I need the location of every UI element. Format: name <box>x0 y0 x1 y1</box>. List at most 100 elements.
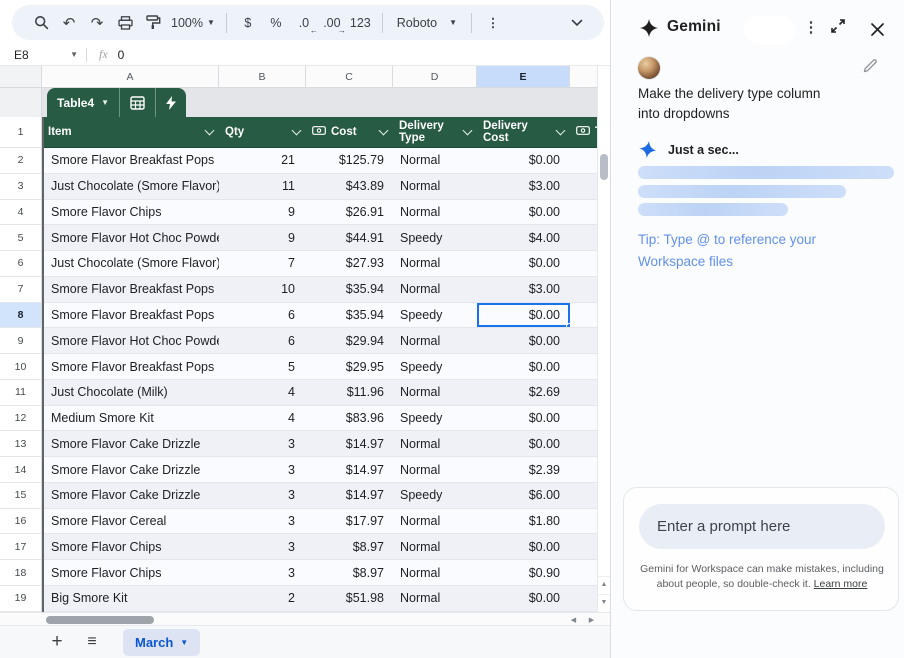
cell-cost[interactable]: $14.97 <box>306 483 393 509</box>
cell-delivery-type[interactable]: Speedy <box>393 406 477 432</box>
sheet-tab-caret-icon[interactable]: ▼ <box>180 638 188 647</box>
cell-delivery-cost[interactable]: $1.80 <box>477 509 570 535</box>
prompt-input[interactable]: Enter a prompt here <box>639 504 885 549</box>
header-delivery-type[interactable]: Delivery Type <box>393 117 477 147</box>
row-header[interactable]: 13 <box>0 431 42 457</box>
row-header[interactable]: 7 <box>0 277 42 303</box>
cell-delivery-cost[interactable]: $0.00 <box>477 534 570 560</box>
column-header-b[interactable]: B <box>219 66 306 87</box>
cell-cost[interactable]: $8.97 <box>306 560 393 586</box>
cell-qty[interactable]: 3 <box>219 483 306 509</box>
chevron-down-icon[interactable] <box>463 126 473 136</box>
cell-delivery-type[interactable]: Normal <box>393 431 477 457</box>
cell-delivery-cost[interactable]: $6.00 <box>477 483 570 509</box>
cell-delivery-type[interactable]: Speedy <box>393 303 477 329</box>
cell-delivery-type[interactable]: Normal <box>393 174 477 200</box>
row-header-1[interactable]: 1 <box>0 117 42 148</box>
column-header-e-selected[interactable]: E <box>477 66 570 87</box>
format-percent-button[interactable]: % <box>263 10 289 36</box>
cell-delivery-type[interactable]: Normal <box>393 586 477 612</box>
cell-delivery-cost[interactable]: $0.90 <box>477 560 570 586</box>
table-name-button[interactable]: Table4▼ <box>47 88 119 117</box>
increase-decimal-button[interactable]: .00→ <box>319 10 345 36</box>
vertical-scrollbar[interactable]: ▲ ▼ <box>597 66 609 612</box>
row-header[interactable]: 10 <box>0 354 42 380</box>
redo-button[interactable]: ↷ <box>84 10 110 36</box>
column-header-overflow[interactable] <box>570 66 597 87</box>
cell-delivery-cost[interactable]: $0.00 <box>477 431 570 457</box>
cell-delivery-cost[interactable]: $0.00 <box>477 200 570 226</box>
cell-delivery-type[interactable]: Speedy <box>393 354 477 380</box>
cell-qty[interactable]: 3 <box>219 431 306 457</box>
cell-cost[interactable]: $8.97 <box>306 534 393 560</box>
cell-qty[interactable]: 5 <box>219 354 306 380</box>
name-box[interactable]: E8▼ <box>0 48 86 62</box>
row-header[interactable]: 14 <box>0 457 42 483</box>
cell-cost[interactable]: $14.97 <box>306 457 393 483</box>
close-panel-icon[interactable] <box>864 16 890 42</box>
cell-cost[interactable]: $17.97 <box>306 509 393 535</box>
cell-delivery-type[interactable]: Normal <box>393 380 477 406</box>
table-lightning-icon[interactable] <box>155 88 186 117</box>
collapse-toolbar-icon[interactable] <box>564 10 590 36</box>
cell-item[interactable]: Smore Flavor Breakfast Pops <box>42 277 219 303</box>
cell-delivery-type[interactable]: Normal <box>393 251 477 277</box>
horizontal-scrollbar[interactable]: ◀ ▶ <box>0 612 610 626</box>
cell-delivery-cost[interactable]: $0.00 <box>477 406 570 432</box>
cell-delivery-cost[interactable]: $3.00 <box>477 174 570 200</box>
all-sheets-button[interactable]: ≡ <box>77 629 107 655</box>
font-select[interactable]: Roboto▼ <box>391 10 463 36</box>
cell-item[interactable]: Just Chocolate (Milk) <box>42 380 219 406</box>
cell-item[interactable]: Smore Flavor Chips <box>42 560 219 586</box>
column-header-d[interactable]: D <box>393 66 477 87</box>
cell-cost[interactable]: $35.94 <box>306 303 393 329</box>
cell-qty[interactable]: 9 <box>219 200 306 226</box>
row-header[interactable]: 5 <box>0 225 42 251</box>
cell-delivery-cost[interactable]: $2.69 <box>477 380 570 406</box>
search-icon[interactable] <box>28 10 54 36</box>
cell-qty[interactable]: 3 <box>219 457 306 483</box>
zoom-select[interactable]: 100%▼ <box>168 10 218 36</box>
row-header[interactable]: 9 <box>0 328 42 354</box>
cell-delivery-cost[interactable]: $0.00 <box>477 328 570 354</box>
cell-qty[interactable]: 3 <box>219 534 306 560</box>
chevron-down-icon[interactable] <box>292 126 302 136</box>
cell-cost[interactable]: $26.91 <box>306 200 393 226</box>
cell-item[interactable]: Smore Flavor Chips <box>42 534 219 560</box>
cell-item[interactable]: Smore Flavor Cake Drizzle <box>42 431 219 457</box>
row-header[interactable]: 3 <box>0 174 42 200</box>
cell-item[interactable]: Smore Flavor Chips <box>42 200 219 226</box>
cell-delivery-cost[interactable]: $0.00 <box>477 354 570 380</box>
cell-cost[interactable]: $29.94 <box>306 328 393 354</box>
expand-panel-icon[interactable] <box>830 18 846 39</box>
cell-item[interactable]: Smore Flavor Breakfast Pops <box>42 148 219 174</box>
column-header-c[interactable]: C <box>306 66 393 87</box>
column-header-a[interactable]: A <box>42 66 219 87</box>
cell-qty[interactable]: 2 <box>219 586 306 612</box>
cell-cost[interactable]: $29.95 <box>306 354 393 380</box>
cell-delivery-type[interactable]: Speedy <box>393 483 477 509</box>
row-header[interactable]: 15 <box>0 483 42 509</box>
cell-cost[interactable]: $27.93 <box>306 251 393 277</box>
cell-delivery-cost[interactable]: $0.00 <box>477 148 570 174</box>
chevron-down-icon[interactable] <box>205 126 215 136</box>
panel-more-icon[interactable]: ⋮ <box>799 15 823 39</box>
cell-item[interactable]: Just Chocolate (Smore Flavor) <box>42 174 219 200</box>
print-button[interactable] <box>112 10 138 36</box>
cell-delivery-type[interactable]: Speedy <box>393 225 477 251</box>
paint-format-button[interactable] <box>140 10 166 36</box>
cell-item[interactable]: Medium Smore Kit <box>42 406 219 432</box>
row-header[interactable]: 8 <box>0 303 42 329</box>
row-header[interactable]: 17 <box>0 534 42 560</box>
cell-qty[interactable]: 21 <box>219 148 306 174</box>
scroll-left-button[interactable]: ◀ <box>566 614 581 625</box>
cell-delivery-type[interactable]: Normal <box>393 509 477 535</box>
header-item[interactable]: Item <box>42 117 219 147</box>
row-header[interactable]: 2 <box>0 148 42 174</box>
cell-delivery-cost[interactable]: $2.39 <box>477 457 570 483</box>
cell-item[interactable]: Smore Flavor Hot Choc Powder <box>42 328 219 354</box>
add-sheet-button[interactable]: + <box>42 629 72 655</box>
row-header[interactable]: 19 <box>0 586 42 612</box>
cell-cost[interactable]: $14.97 <box>306 431 393 457</box>
scroll-up-button[interactable]: ▲ <box>598 576 610 592</box>
